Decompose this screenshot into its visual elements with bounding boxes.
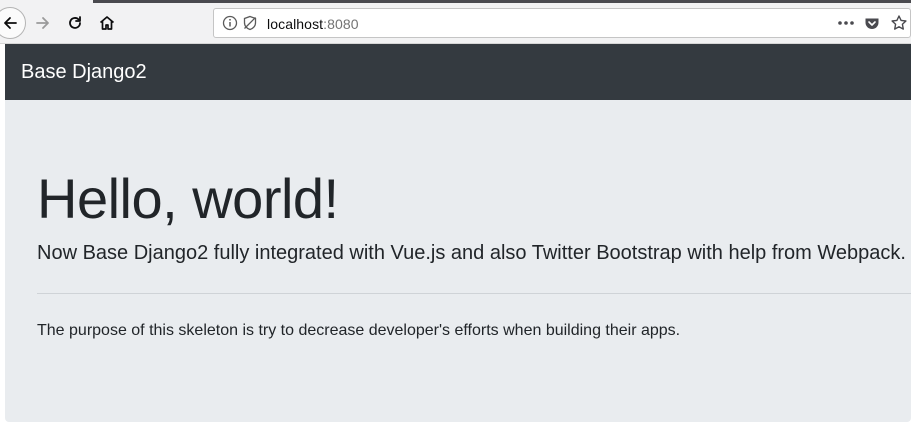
tabstrip-edge	[93, 0, 911, 3]
star-icon[interactable]	[890, 14, 908, 32]
pocket-icon[interactable]	[864, 15, 880, 31]
arrow-right-icon	[34, 14, 52, 32]
home-icon	[98, 14, 116, 32]
lead-text: Now Base Django2 fully integrated with V…	[37, 242, 906, 264]
navbar: Base Django2	[5, 44, 911, 100]
url-port: :8080	[323, 16, 359, 32]
url-host: localhost	[267, 16, 324, 32]
back-button[interactable]	[0, 7, 26, 39]
reload-button[interactable]	[60, 8, 90, 38]
forward-button[interactable]	[28, 8, 58, 38]
navbar-brand[interactable]: Base Django2	[21, 61, 147, 84]
page-title: Hello, world!	[37, 167, 339, 230]
arrow-left-icon	[1, 14, 19, 32]
info-icon[interactable]	[222, 15, 238, 31]
home-button[interactable]	[92, 8, 122, 38]
page-content: Base Django2 Hello, world! Now Base Djan…	[0, 44, 911, 426]
more-dots-icon[interactable]	[836, 14, 856, 32]
browser-toolbar: localhost:8080	[0, 0, 911, 44]
url-text[interactable]: localhost:8080	[267, 16, 359, 32]
divider	[37, 293, 911, 294]
reload-icon	[66, 14, 84, 32]
tracking-protection-icon[interactable]	[242, 15, 258, 31]
body-text: The purpose of this skeleton is try to d…	[37, 322, 681, 339]
jumbotron: Hello, world! Now Base Django2 fully int…	[5, 100, 911, 422]
url-bar[interactable]: localhost:8080	[213, 8, 911, 38]
